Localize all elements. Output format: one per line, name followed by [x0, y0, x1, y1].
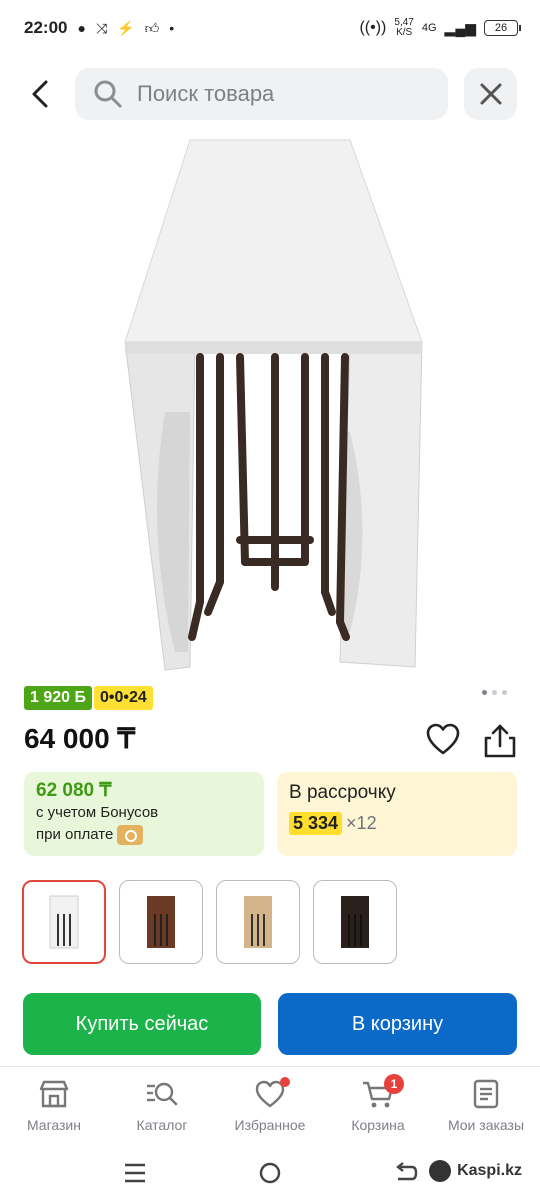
variant-thumb-wenge[interactable] [313, 880, 397, 964]
search-placeholder: Поиск товара [137, 81, 275, 106]
installment-card[interactable]: В рассрочку 5 334 ×12 [277, 772, 517, 856]
nav-item-shop[interactable]: Магазин [0, 1067, 108, 1144]
bonus-card[interactable]: 62 080 ₸ с учетом Бонусов при оплате [24, 772, 264, 856]
recents-button[interactable] [120, 1158, 150, 1188]
product-image[interactable] [100, 132, 440, 677]
orders-icon [473, 1079, 499, 1109]
dot-icon: • [169, 20, 175, 36]
status-right: ((•)) 5,47 K/S 4G ▂▄▆ 26 [359, 18, 521, 38]
signal-icon: ▂▄▆ [444, 19, 476, 36]
variant-image [244, 896, 272, 948]
heart-icon [426, 723, 460, 755]
variant-thumb-walnut[interactable] [119, 880, 203, 964]
back-arrow-icon [32, 80, 48, 108]
kaspi-watermark: Kaspi.kz [429, 1160, 522, 1182]
back-button[interactable] [20, 74, 60, 114]
share-button[interactable] [482, 722, 518, 760]
folding-table-image [124, 139, 423, 671]
variant-thumb-white[interactable] [22, 880, 106, 964]
net-speed-unit: K/S [396, 27, 413, 38]
close-button[interactable] [464, 68, 517, 120]
cart-count-badge: 1 [384, 1074, 404, 1094]
system-back-button[interactable] [390, 1158, 420, 1188]
image-pagination [482, 690, 507, 695]
add-to-cart-button[interactable]: В корзину [278, 993, 517, 1055]
network-type: 4G [421, 22, 437, 34]
promo-badges: 1 920 Б 0•0•24 [24, 686, 153, 710]
product-price: 64 000 ₸ [24, 723, 136, 754]
kaspi-logo-icon [429, 1160, 452, 1182]
battery-icon: 26 [484, 20, 521, 36]
hotspot-icon: ((•)) [359, 19, 387, 36]
bonus-line-2: при оплате [36, 826, 114, 843]
installment-months: ×12 [346, 813, 377, 833]
search-input[interactable]: Поиск товара [75, 68, 448, 120]
net-speed: 5,47 K/S [394, 18, 413, 38]
favorites-notification-dot [280, 1077, 290, 1087]
bonus-line-2-wrap: при оплате [36, 824, 252, 846]
thumbs-up-icon: 👍︎ [144, 19, 160, 36]
installment-badge: 0•0•24 [93, 686, 153, 710]
installment-amount: 5 334 [289, 812, 343, 835]
home-circle-icon [259, 1162, 281, 1184]
bonus-line-1: с учетом Бонусов [36, 804, 159, 821]
nav-item-favorites[interactable]: Избранное [216, 1067, 324, 1144]
search-header: Поиск товара [0, 68, 540, 122]
battery-level: 26 [494, 22, 508, 34]
pagination-dot [482, 690, 487, 695]
favorite-button[interactable] [425, 722, 461, 758]
share-icon [484, 724, 516, 758]
pagination-dot [492, 690, 497, 695]
cross-arrows-icon: ⤨ [95, 19, 108, 36]
nav-label-orders: Мои заказы [447, 1117, 525, 1133]
status-bar: 22:00 ● ⤨ ⚡ 👍︎ • ((•)) 5,47 K/S 4G ▂▄▆ 2… [0, 0, 540, 56]
kaspi-pay-icon [117, 825, 144, 846]
variant-image [341, 896, 369, 948]
catalog-search-icon [147, 1082, 178, 1106]
system-nav-bar: Kaspi.kz [0, 1146, 540, 1200]
bottom-nav: Магазин Каталог Избранное 1 Корзина Мои … [0, 1066, 540, 1144]
variant-image [49, 895, 79, 949]
nav-label-favorites: Избранное [234, 1117, 306, 1133]
bonus-badge: 1 920 Б [24, 686, 92, 710]
nav-label-catalog: Каталог [136, 1117, 188, 1133]
message-icon: ● [77, 20, 86, 36]
variant-image [147, 896, 175, 948]
menu-icon [125, 1163, 145, 1183]
status-notification-icons: ● ⤨ ⚡ 👍︎ • [77, 20, 174, 37]
back-icon [396, 1162, 418, 1181]
runner-icon: ⚡ [117, 19, 135, 36]
nav-label-shop: Магазин [26, 1117, 81, 1133]
bonus-price: 62 080 ₸ [36, 780, 112, 801]
installment-title: В рассрочку [289, 782, 396, 803]
installment-row: 5 334 ×12 [289, 812, 505, 835]
home-button[interactable] [255, 1158, 285, 1188]
nav-label-cart: Корзина [351, 1117, 405, 1133]
buy-now-button[interactable]: Купить сейчас [23, 993, 261, 1055]
shop-icon [39, 1080, 69, 1108]
nav-item-catalog[interactable]: Каталог [108, 1067, 216, 1144]
nav-item-orders[interactable]: Мои заказы [432, 1067, 540, 1144]
pagination-dot [502, 690, 507, 695]
variant-thumb-oak[interactable] [216, 880, 300, 964]
close-icon [480, 83, 501, 105]
status-time: 22:00 [24, 18, 68, 37]
color-variants [22, 880, 397, 964]
nav-item-cart[interactable]: 1 Корзина [324, 1067, 432, 1144]
watermark-text: Kaspi.kz [457, 1162, 522, 1179]
search-icon [94, 80, 122, 108]
